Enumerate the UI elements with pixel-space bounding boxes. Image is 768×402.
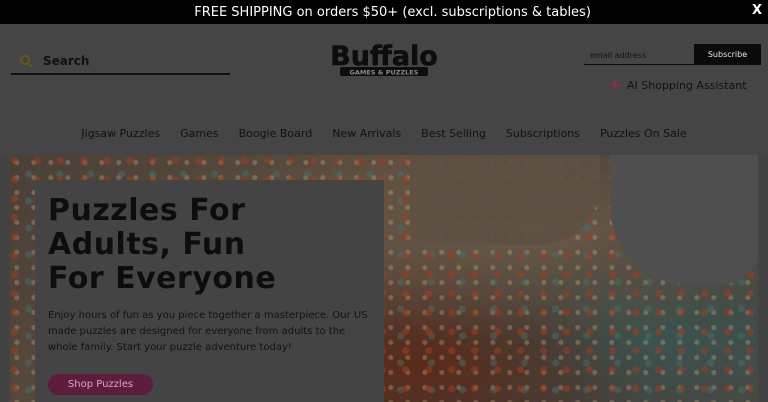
ai-shopping-assistant-link[interactable]: AI Shopping Assistant xyxy=(608,78,747,92)
nav-item-puzzles-on-sale[interactable]: Puzzles On Sale xyxy=(590,127,697,147)
hero-title-line: Adults, Fun xyxy=(48,227,246,262)
close-announcement-button[interactable]: X xyxy=(752,3,762,18)
sparkle-icon xyxy=(608,78,622,92)
nav-item-subscriptions[interactable]: Subscriptions xyxy=(496,127,590,147)
hero-title-line: For Everyone xyxy=(48,261,277,296)
subscribe-button[interactable]: Subscribe xyxy=(694,44,761,65)
nav-item-best-selling[interactable]: Best Selling xyxy=(411,127,496,147)
shop-puzzles-button[interactable]: Shop Puzzles xyxy=(48,374,153,395)
buffalo-logo[interactable]: Buffalo GAMES & PUZZLES xyxy=(328,39,440,81)
nav-item-jigsaw-puzzles[interactable]: Jigsaw Puzzles xyxy=(71,127,170,147)
hero-panel: Puzzles For Adults, Fun For Everyone Enj… xyxy=(35,180,384,402)
nav-item-new-arrivals[interactable]: New Arrivals xyxy=(322,127,411,147)
nav-item-games[interactable]: Games xyxy=(170,127,228,147)
ai-shopping-assistant-label: AI Shopping Assistant xyxy=(627,78,747,92)
hero-description: Enjoy hours of fun as you piece together… xyxy=(48,310,368,353)
main-navigation: Jigsaw Puzzles Games Boogie Board New Ar… xyxy=(0,127,768,147)
search-icon xyxy=(20,54,33,67)
newsletter-email-input[interactable] xyxy=(584,46,698,65)
logo-sub-text: GAMES & PUZZLES xyxy=(350,69,419,77)
hero-title: Puzzles For Adults, Fun For Everyone xyxy=(48,194,370,296)
announcement-text: FREE SHIPPING on orders $50+ (excl. subs… xyxy=(177,4,591,20)
search-input[interactable] xyxy=(43,53,203,68)
hero-title-line: Puzzles For xyxy=(48,193,246,228)
nav-item-boogie-board[interactable]: Boogie Board xyxy=(229,127,323,147)
search-bar[interactable] xyxy=(11,48,230,75)
announcement-bar: FREE SHIPPING on orders $50+ (excl. subs… xyxy=(0,0,768,24)
